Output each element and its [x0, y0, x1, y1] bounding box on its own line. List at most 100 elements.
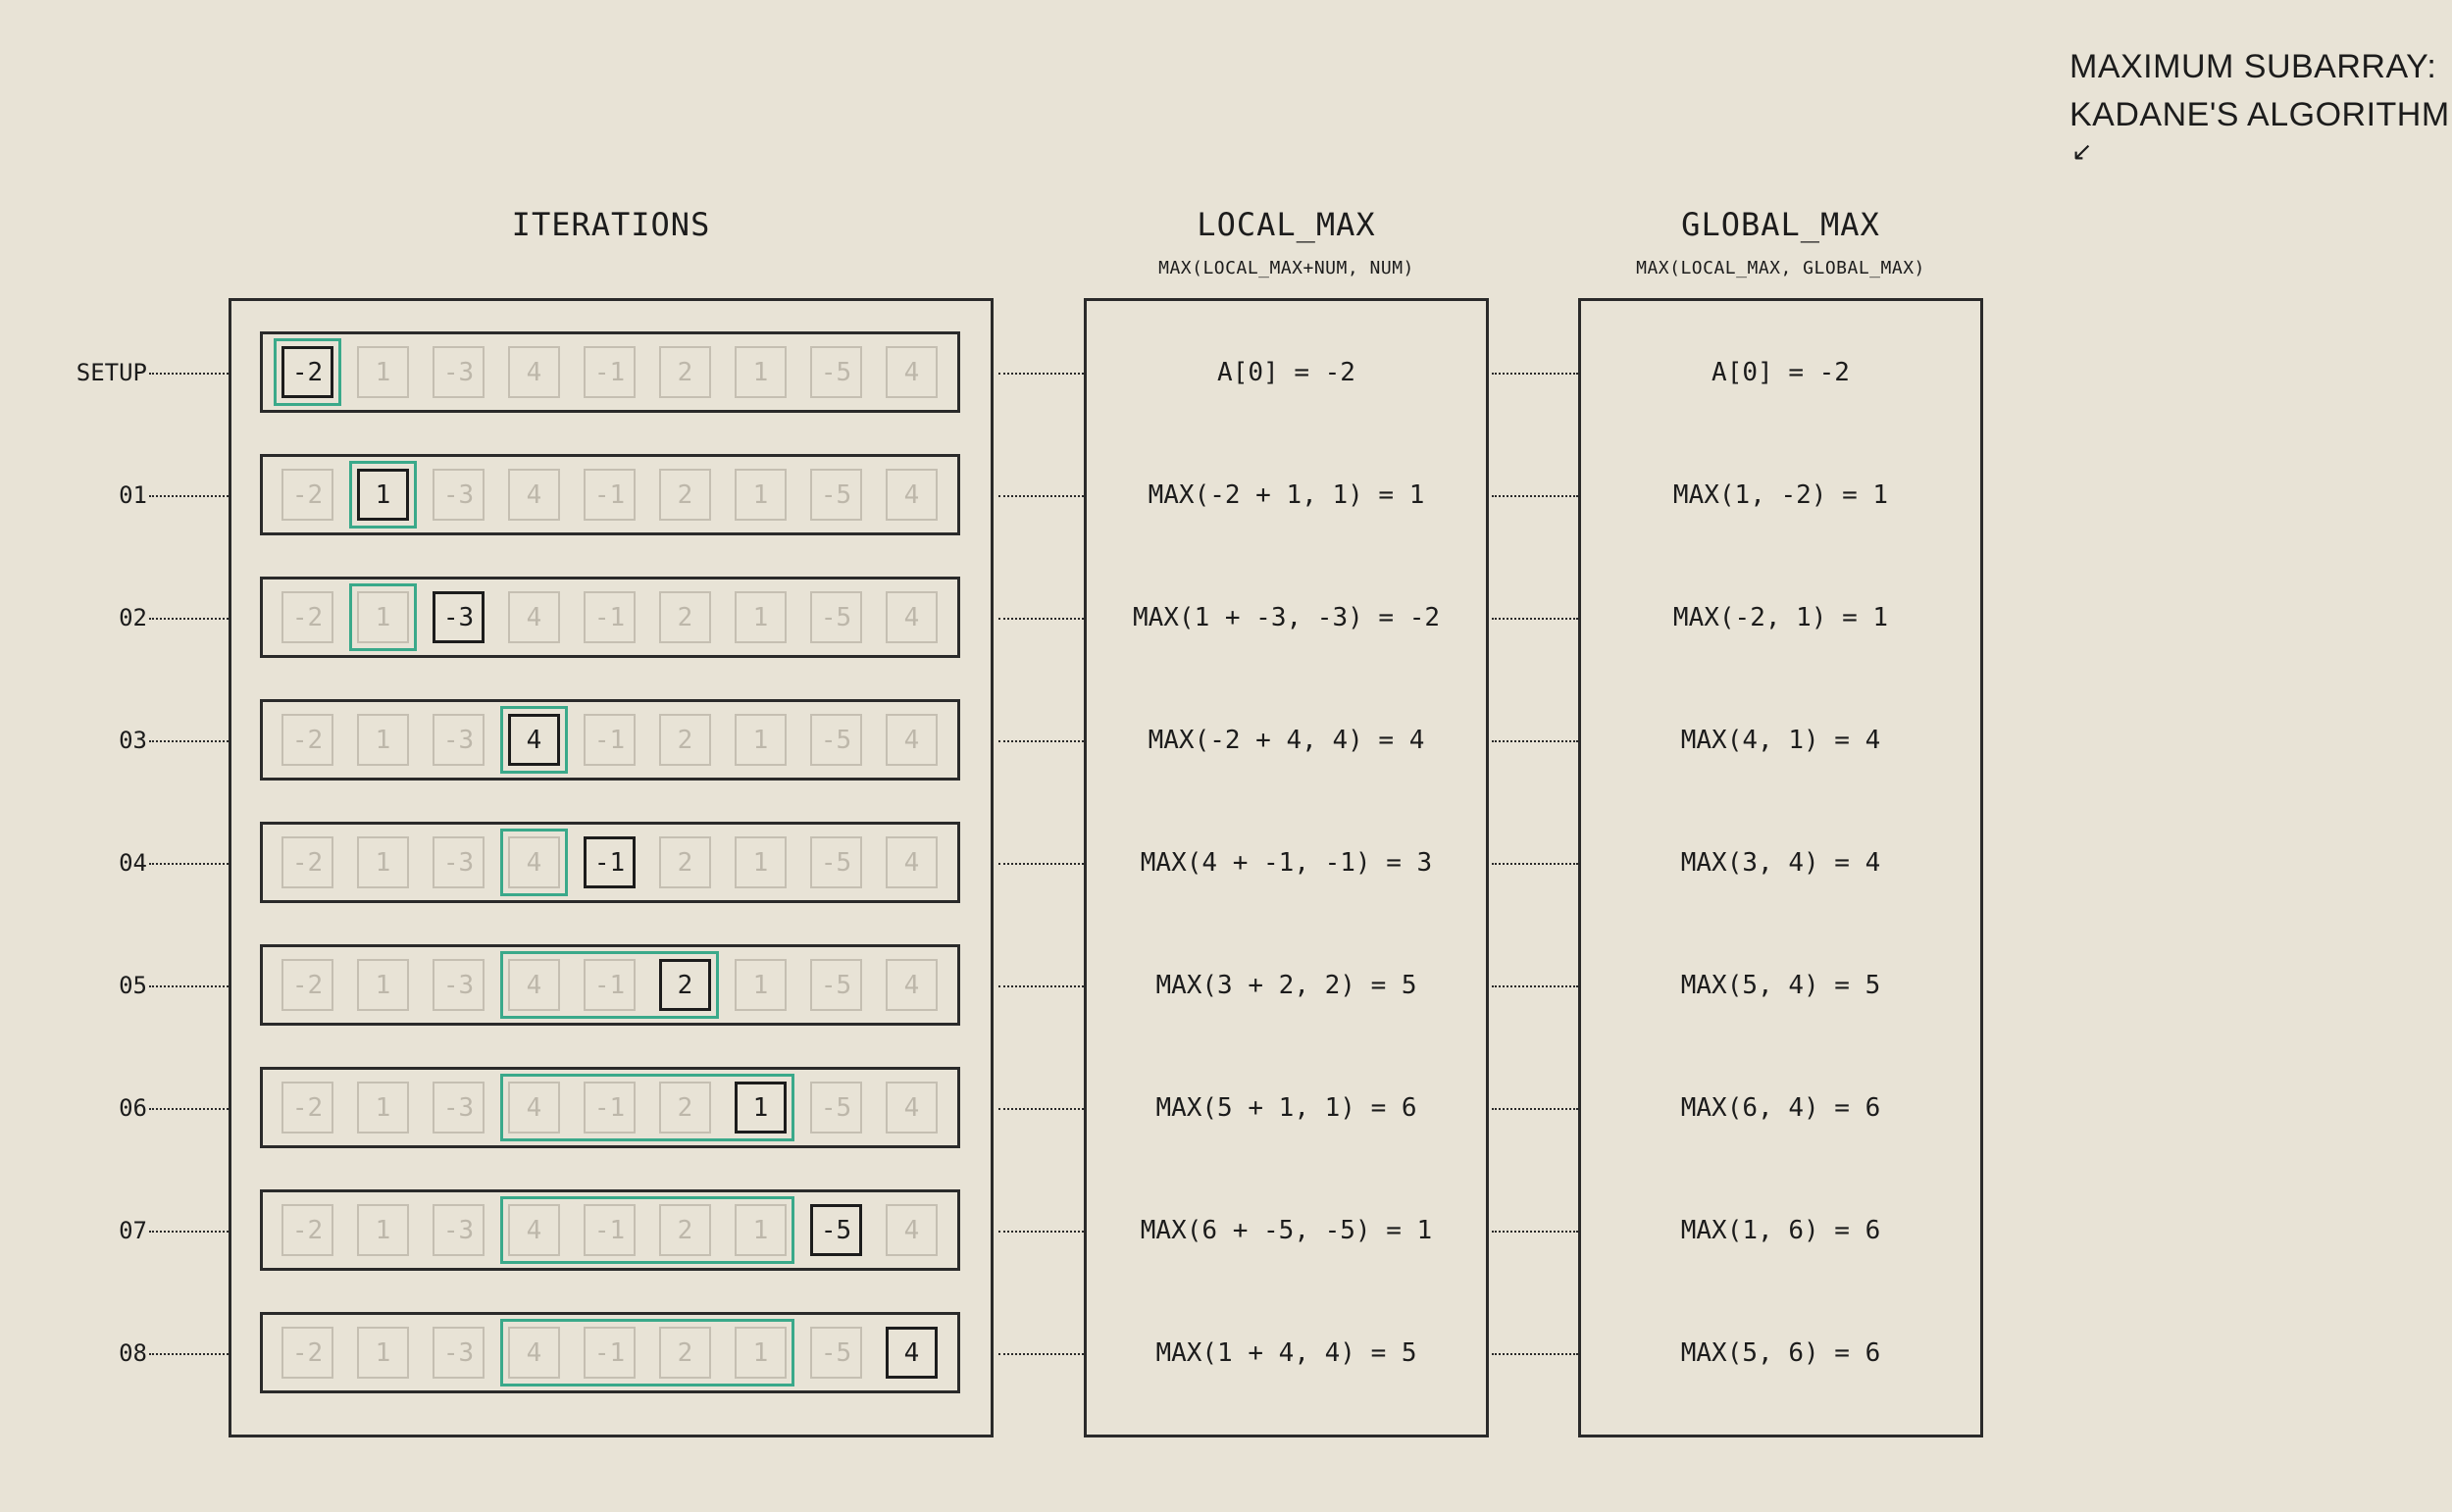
- diagram-title: MAXIMUM SUBARRAY: KADANE'S ALGORITHM ↙: [2069, 43, 2450, 165]
- array-cell: 4: [886, 591, 938, 643]
- array-cell: 1: [735, 836, 787, 888]
- array-cell: -3: [433, 959, 485, 1011]
- row-connector-line: [1492, 494, 1578, 497]
- global-max-formula: A[0] = -2: [1711, 357, 1850, 387]
- local-max-formula: A[0] = -2: [1217, 357, 1355, 387]
- array-cell: -3: [433, 1204, 485, 1256]
- array-cell: -3: [433, 714, 485, 766]
- global-max-formula: MAX(4, 1) = 4: [1680, 725, 1881, 755]
- current-cell: 1: [357, 469, 409, 521]
- array-cell: 1: [357, 591, 409, 643]
- array-cell: 2: [659, 1082, 711, 1134]
- array-cell: -3: [433, 1327, 485, 1379]
- array-cell: 4: [886, 346, 938, 398]
- array-cell: 4: [886, 714, 938, 766]
- array-cell: 1: [735, 1204, 787, 1256]
- row-label: 04: [119, 848, 147, 877]
- global-max-formula: MAX(5, 4) = 5: [1680, 970, 1881, 1000]
- array-cell: 4: [508, 1327, 560, 1379]
- array-cell: -5: [810, 346, 862, 398]
- array-cell: 4: [886, 959, 938, 1011]
- global-max-formula: MAX(6, 4) = 6: [1680, 1092, 1881, 1123]
- row-label: 06: [119, 1093, 147, 1122]
- array-cell: -1: [584, 346, 636, 398]
- row-label: 05: [119, 971, 147, 999]
- current-cell: 2: [659, 959, 711, 1011]
- row-connector-line: [1492, 739, 1578, 742]
- array-cell: 2: [659, 1327, 711, 1379]
- array-cell: 4: [886, 1082, 938, 1134]
- row-leader-line: [149, 984, 229, 987]
- row-label: 07: [119, 1216, 147, 1244]
- current-cell: -5: [810, 1204, 862, 1256]
- array-cell: 2: [659, 591, 711, 643]
- array-cell: -5: [810, 469, 862, 521]
- array-cell: 4: [508, 591, 560, 643]
- array-cell: 2: [659, 836, 711, 888]
- row-connector-line: [998, 984, 1084, 987]
- row-leader-line: [149, 1352, 229, 1355]
- global-max-formula: MAX(1, 6) = 6: [1680, 1215, 1881, 1245]
- row-connector-line: [1492, 862, 1578, 865]
- arrow-down-left-icon: ↙: [2071, 137, 2094, 167]
- array-cell: -2: [281, 1204, 333, 1256]
- array-cell: 1: [357, 714, 409, 766]
- array-cell: -1: [584, 714, 636, 766]
- array-cell: 4: [508, 959, 560, 1011]
- array-cell: 4: [508, 1204, 560, 1256]
- row-leader-line: [149, 1230, 229, 1233]
- row-leader-line: [149, 617, 229, 620]
- current-cell: 4: [508, 714, 560, 766]
- local-max-heading: LOCAL_MAX: [1197, 206, 1376, 243]
- array-cell: -3: [433, 469, 485, 521]
- array-cell: 1: [735, 1327, 787, 1379]
- array-cell: -2: [281, 591, 333, 643]
- array-cell: -5: [810, 591, 862, 643]
- row-leader-line: [149, 739, 229, 742]
- array-cell: 4: [886, 1204, 938, 1256]
- global-max-formula: MAX(5, 6) = 6: [1680, 1337, 1881, 1368]
- array-cell: -2: [281, 836, 333, 888]
- array-cell: -5: [810, 714, 862, 766]
- array-cell: 4: [508, 1082, 560, 1134]
- local-max-formula: MAX(1 + -3, -3) = -2: [1132, 602, 1441, 632]
- array-cell: -2: [281, 1082, 333, 1134]
- row-label: 01: [119, 480, 147, 509]
- row-label: SETUP: [76, 358, 147, 386]
- array-cell: 2: [659, 1204, 711, 1256]
- array-cell: 2: [659, 346, 711, 398]
- array-cell: 4: [886, 469, 938, 521]
- array-cell: -3: [433, 836, 485, 888]
- row-label: 08: [119, 1338, 147, 1367]
- array-cell: 1: [357, 836, 409, 888]
- current-cell: 1: [735, 1082, 787, 1134]
- array-cell: 1: [357, 1327, 409, 1379]
- array-cell: 1: [735, 346, 787, 398]
- local-max-formula: MAX(4 + -1, -1) = 3: [1140, 847, 1433, 878]
- row-connector-line: [1492, 372, 1578, 375]
- array-cell: 1: [357, 959, 409, 1011]
- array-cell: -5: [810, 959, 862, 1011]
- row-connector-line: [1492, 1230, 1578, 1233]
- array-cell: -1: [584, 591, 636, 643]
- row-connector-line: [1492, 984, 1578, 987]
- row-leader-line: [149, 862, 229, 865]
- row-connector-line: [998, 1107, 1084, 1110]
- row-connector-line: [998, 1352, 1084, 1355]
- row-leader-line: [149, 494, 229, 497]
- local-max-formula: MAX(-2 + 1, 1) = 1: [1148, 479, 1425, 510]
- global-max-subheading: MAX(LOCAL_MAX, GLOBAL_MAX): [1636, 258, 1925, 278]
- array-cell: 1: [357, 1082, 409, 1134]
- title-line-1: MAXIMUM SUBARRAY:: [2069, 48, 2437, 85]
- array-cell: -1: [584, 1327, 636, 1379]
- global-max-heading: GLOBAL_MAX: [1681, 206, 1880, 243]
- array-cell: 1: [357, 346, 409, 398]
- local-max-formula: MAX(6 + -5, -5) = 1: [1140, 1215, 1433, 1245]
- array-cell: -1: [584, 469, 636, 521]
- row-connector-line: [998, 1230, 1084, 1233]
- current-cell: -2: [281, 346, 333, 398]
- array-cell: -2: [281, 1327, 333, 1379]
- title-line-2: KADANE'S ALGORITHM: [2069, 96, 2450, 133]
- row-connector-line: [998, 739, 1084, 742]
- array-cell: -5: [810, 1082, 862, 1134]
